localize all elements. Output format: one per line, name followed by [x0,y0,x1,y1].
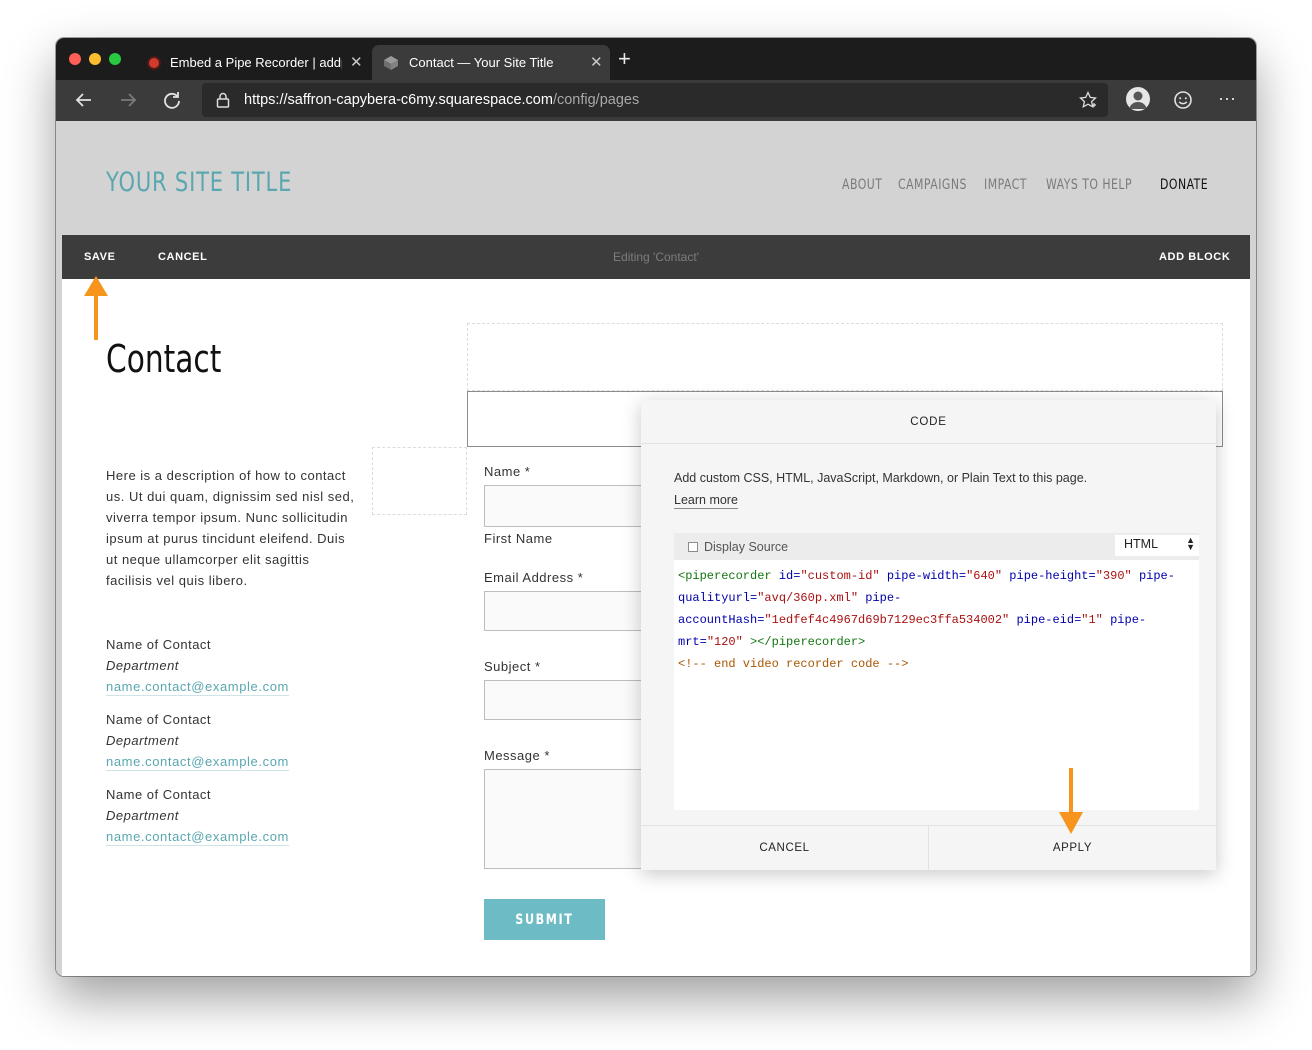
back-arrow-icon[interactable] [74,90,94,110]
profile-avatar[interactable] [1126,87,1150,111]
user-icon [1129,91,1147,109]
nav-ways-to-help[interactable]: WAYS TO HELP [1046,177,1132,193]
code-block-dialog: CODE Add custom CSS, HTML, JavaScript, M… [641,400,1216,871]
empty-block-placeholder[interactable] [467,323,1223,391]
add-block-button[interactable]: ADD BLOCK [1159,251,1230,263]
recording-dot-icon [149,58,159,68]
annotation-arrow-apply-icon [1059,812,1083,834]
zoom-window-button[interactable] [109,53,121,65]
code-line: <piperecorder id="custom-id" pipe-width=… [678,569,1175,583]
editor-toolbar: Display Source HTML ▲ ▼ [674,533,1199,560]
close-window-button[interactable] [69,53,81,65]
spacer-block-placeholder[interactable] [372,447,467,515]
dialog-title: CODE [641,400,1216,444]
dialog-footer: CANCEL APPLY [641,825,1216,871]
display-source-label: Display Source [704,540,789,554]
site-title[interactable]: YOUR SITE TITLE [106,167,292,198]
contact-name: Name of Contact [106,787,212,802]
lock-icon [216,92,230,108]
code-line: <!-- end video recorder code --> [678,657,909,671]
submit-label: SUBMIT [515,911,574,928]
contact-email-link[interactable]: name.contact@example.com [106,754,289,771]
forward-arrow-icon[interactable] [118,90,138,110]
address-bar[interactable]: https://saffron-capybera-c6my.squarespac… [202,83,1108,117]
url-text: https://saffron-capybera-c6my.squarespac… [244,92,639,108]
message-field-label: Message * [484,748,550,763]
browser-toolbar: https://saffron-capybera-c6my.squarespac… [56,80,1256,121]
tab-contact[interactable]: Contact — Your Site Title ✕ [372,45,610,80]
more-options-icon[interactable]: ⋯ [1218,89,1237,109]
learn-more-link[interactable]: Learn more [674,493,738,509]
select-arrows-icon: ▲ ▼ [1186,535,1195,552]
annotation-arrow-save-icon [84,276,108,296]
emoji-feedback-icon[interactable] [1173,90,1193,110]
annotation-arrow-apply-shaft [1069,768,1073,816]
favorite-star-icon[interactable] [1079,91,1097,109]
nav-about[interactable]: ABOUT [842,177,882,193]
squarespace-favicon-icon [384,56,398,70]
email-field-label: Email Address * [484,570,584,585]
language-select[interactable]: HTML ▲ ▼ [1115,535,1199,556]
annotation-arrow-save-shaft [94,294,98,340]
tab-title: Embed a Pipe Recorder | addp [170,55,342,70]
display-source-checkbox[interactable] [688,542,698,552]
code-editor[interactable]: Display Source HTML ▲ ▼ <piperecorder id=… [674,533,1199,810]
nav-impact[interactable]: IMPACT [984,177,1027,193]
url-path: /config/pages [552,92,640,108]
code-line: qualityurl="avq/360p.xml" pipe- [678,591,902,605]
dialog-cancel-button[interactable]: CANCEL [641,826,928,871]
editing-status: Editing 'Contact' [613,250,699,264]
url-host: https://saffron-capybera-c6my.squarespac… [244,92,553,108]
tab-bar: Embed a Pipe Recorder | addp ✕ Contact —… [56,38,1256,80]
close-tab-icon[interactable]: ✕ [350,53,363,71]
site-page: YOUR SITE TITLE ABOUT CAMPAIGNS IMPACT W… [56,121,1256,976]
minimize-window-button[interactable] [89,53,101,65]
reload-icon[interactable] [162,90,182,110]
tab-pipe-recorder[interactable]: Embed a Pipe Recorder | addp ✕ [140,45,370,80]
contact-name: Name of Contact [106,637,212,652]
name-field-label: Name * [484,464,531,479]
language-select-value: HTML [1124,537,1159,551]
nav-donate[interactable]: DONATE [1160,177,1208,193]
page-heading: Contact [106,337,222,381]
page-description: Here is a description of how to contact … [106,468,355,588]
submit-button[interactable]: SUBMIT [484,899,605,940]
tab-title: Contact — Your Site Title [409,55,554,70]
contact-email-link[interactable]: name.contact@example.com [106,829,289,846]
code-line: accountHash="1edfef4c4967d69b7129ec3ffa5… [678,613,1147,627]
dialog-description: Add custom CSS, HTML, JavaScript, Markdo… [674,471,1088,485]
new-tab-icon[interactable]: + [618,48,631,70]
first-name-sublabel: First Name [484,531,553,546]
nav-campaigns[interactable]: CAMPAIGNS [898,177,967,193]
subject-field-label: Subject * [484,659,541,674]
editing-toolbar: SAVE CANCEL Editing 'Contact' ADD BLOCK [62,235,1250,279]
close-tab-icon[interactable]: ✕ [590,53,603,71]
browser-window: Embed a Pipe Recorder | addp ✕ Contact —… [56,38,1256,976]
contact-department: Department [106,733,179,748]
code-line: mrt="120" ></piperecorder> [678,635,866,649]
contact-department: Department [106,658,179,673]
contact-email-link[interactable]: name.contact@example.com [106,679,289,696]
contact-name: Name of Contact [106,712,212,727]
code-content[interactable]: <piperecorder id="custom-id" pipe-width=… [678,565,1195,675]
contact-department: Department [106,808,179,823]
